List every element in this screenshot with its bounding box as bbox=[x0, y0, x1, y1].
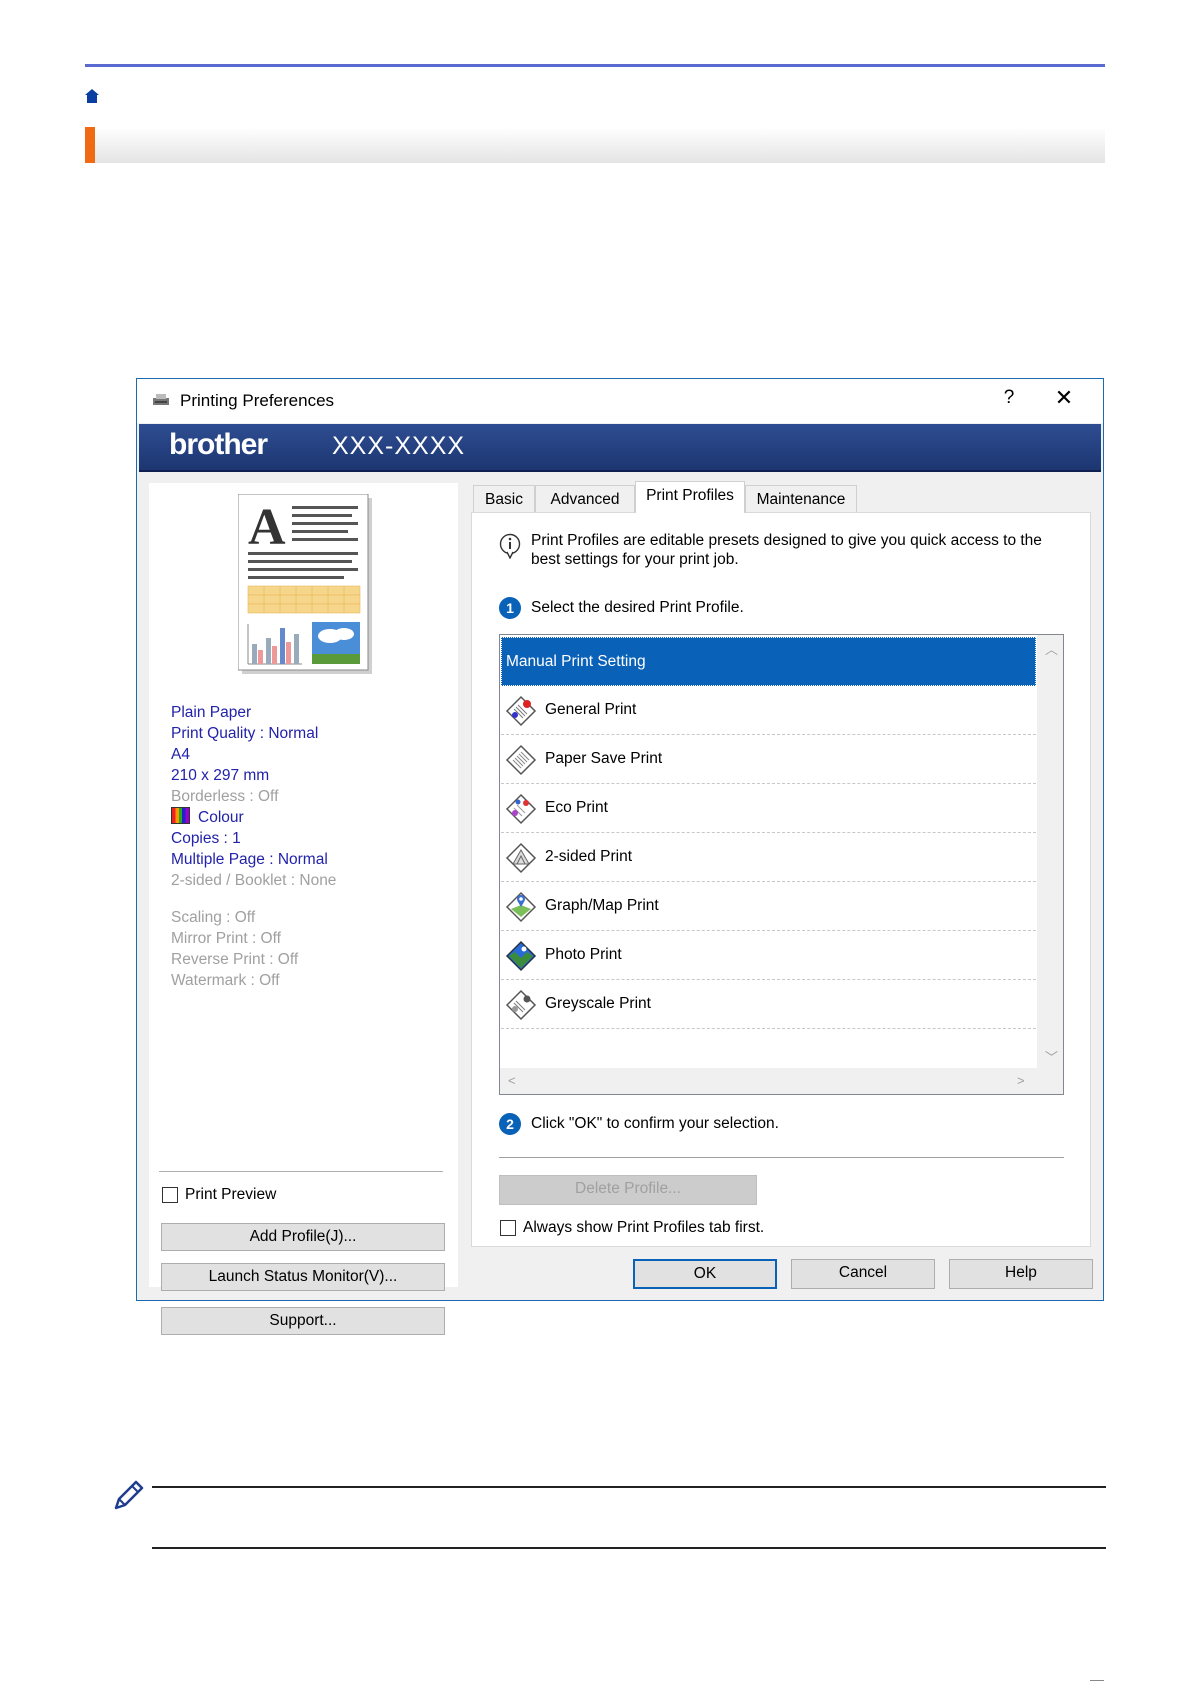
cancel-button[interactable]: Cancel bbox=[791, 1259, 935, 1289]
help-button[interactable]: Help bbox=[949, 1259, 1093, 1289]
brand-banner: brother XXX-XXXX bbox=[139, 424, 1101, 472]
list-item-greyscale-print[interactable]: Greyscale Print bbox=[501, 980, 1036, 1029]
title-bar: Printing Preferences ? ✕ bbox=[137, 379, 1103, 423]
preview-pane: A Plain Paper Print Quality: Normal A4 … bbox=[149, 483, 458, 1335]
close-button[interactable]: ✕ bbox=[1049, 385, 1079, 411]
colour-swatch-icon bbox=[171, 807, 190, 824]
header-rule bbox=[85, 64, 1105, 67]
scroll-left-icon[interactable]: < bbox=[508, 1073, 516, 1088]
list-item-label: Photo Print bbox=[545, 946, 622, 963]
tab-advanced[interactable]: Advanced bbox=[535, 485, 635, 513]
copies-value: Copies : 1 bbox=[171, 830, 241, 847]
tab-print-profiles[interactable]: Print Profiles bbox=[635, 481, 745, 513]
pencil-note-icon bbox=[114, 1480, 144, 1510]
printer-icon bbox=[153, 394, 169, 405]
watermark-value: Watermark : Off bbox=[171, 972, 280, 989]
paper-size-value: A4 bbox=[171, 746, 190, 763]
print-profiles-panel: Print Profiles are editable presets desi… bbox=[471, 512, 1091, 1247]
dialog-title: Printing Preferences bbox=[180, 391, 335, 410]
list-item-label: Manual Print Setting bbox=[506, 653, 646, 670]
profile-list[interactable]: Manual Print Setting General Print Paper… bbox=[499, 634, 1064, 1095]
paper-type-value: Plain Paper bbox=[171, 704, 252, 721]
scaling-value: Scaling : Off bbox=[171, 909, 256, 926]
note-bottom-rule bbox=[152, 1547, 1106, 1549]
mirror-print-value: Mirror Print : Off bbox=[171, 930, 281, 947]
two-sided-print-icon bbox=[505, 842, 537, 874]
delete-profile-button[interactable]: Delete Profile... bbox=[499, 1175, 757, 1205]
add-profile-button[interactable]: Add Profile(J)... bbox=[161, 1223, 445, 1251]
always-show-profiles-label: Always show Print Profiles tab first. bbox=[523, 1219, 765, 1236]
always-show-profiles-checkbox[interactable] bbox=[500, 1220, 516, 1236]
multiple-page-value: Multiple Page : Normal bbox=[171, 851, 328, 868]
list-item-manual-print-setting[interactable]: Manual Print Setting bbox=[501, 637, 1036, 686]
section-accent bbox=[85, 127, 95, 163]
scroll-right-icon[interactable]: > bbox=[1017, 1073, 1025, 1088]
scroll-down-icon[interactable]: ﹀ bbox=[1045, 1047, 1058, 1066]
borderless-value: Borderless : Off bbox=[171, 788, 279, 805]
vertical-scrollbar[interactable]: ︿ ﹀ bbox=[1037, 635, 1063, 1068]
home-icon[interactable] bbox=[84, 88, 100, 104]
list-item-photo-print[interactable]: Photo Print bbox=[501, 931, 1036, 980]
eco-print-icon bbox=[505, 793, 537, 825]
colour-mode-row: Colour bbox=[171, 807, 336, 828]
printing-preferences-dialog: Printing Preferences ? ✕ brother XXX-XXX… bbox=[136, 378, 1104, 1335]
list-item-eco-print[interactable]: Eco Print bbox=[501, 784, 1036, 833]
step-2-badge: 2 bbox=[499, 1113, 521, 1135]
page-corner-mark bbox=[1090, 1680, 1104, 1686]
tab-maintenance[interactable]: Maintenance bbox=[745, 485, 857, 513]
colour-mode-value: Colour bbox=[198, 809, 244, 826]
launch-status-monitor-button[interactable]: Launch Status Monitor(V)... bbox=[161, 1263, 445, 1291]
scrollbar-corner bbox=[1037, 1068, 1063, 1094]
list-item-label: General Print bbox=[545, 701, 637, 718]
greyscale-print-icon bbox=[505, 989, 537, 1021]
help-title-button[interactable]: ? bbox=[997, 387, 1021, 409]
panel-divider bbox=[499, 1157, 1064, 1158]
list-item-paper-save-print[interactable]: Paper Save Print bbox=[501, 735, 1036, 784]
graph-map-icon bbox=[505, 891, 537, 923]
brother-logo: brother bbox=[169, 428, 268, 461]
list-item-graph-map-print[interactable]: Graph/Map Print bbox=[501, 882, 1036, 931]
paper-save-icon bbox=[505, 744, 537, 776]
list-item-label: 2-sided Print bbox=[545, 848, 633, 865]
tab-basic[interactable]: Basic bbox=[473, 485, 535, 513]
section-title-bar bbox=[85, 127, 1105, 163]
step-1-text: Select the desired Print Profile. bbox=[531, 599, 744, 616]
svg-text:A: A bbox=[248, 499, 286, 556]
list-item-label: Paper Save Print bbox=[545, 750, 663, 767]
step-2-text: Click "OK" to confirm your selection. bbox=[531, 1115, 779, 1132]
left-pane-divider bbox=[159, 1171, 443, 1172]
list-item-2-sided-print[interactable]: 2-sided Print bbox=[501, 833, 1036, 882]
print-preview-checkbox[interactable] bbox=[162, 1187, 178, 1203]
ok-button[interactable]: OK bbox=[633, 1259, 777, 1289]
print-quality-value: Print Quality : Normal bbox=[171, 725, 319, 742]
model-name: XXX-XXXX bbox=[332, 432, 466, 460]
list-item-label: Greyscale Print bbox=[545, 995, 651, 1012]
photo-print-icon bbox=[505, 940, 537, 972]
scroll-up-icon[interactable]: ︿ bbox=[1045, 639, 1058, 658]
horizontal-scrollbar[interactable]: < > bbox=[500, 1068, 1037, 1094]
step-1-badge: 1 bbox=[499, 597, 521, 619]
support-button[interactable]: Support... bbox=[161, 1307, 445, 1335]
list-item-label: Graph/Map Print bbox=[545, 897, 659, 914]
list-item-general-print[interactable]: General Print bbox=[501, 686, 1036, 735]
paper-dimensions-value: 210 x 297 mm bbox=[171, 767, 270, 784]
note-top-rule bbox=[152, 1486, 1106, 1488]
info-icon bbox=[499, 533, 521, 559]
document-preview-image: A bbox=[238, 494, 372, 674]
settings-summary: Plain Paper Print Quality : Normal A4 21… bbox=[171, 702, 336, 991]
two-sided-booklet-value: 2-sided / Booklet : None bbox=[171, 872, 337, 889]
general-print-icon bbox=[505, 695, 537, 727]
info-description: Print Profiles are editable presets desi… bbox=[531, 532, 1042, 568]
list-item-label: Eco Print bbox=[545, 799, 608, 816]
print-preview-label: Print Preview bbox=[185, 1186, 277, 1203]
reverse-print-value: Reverse Print : Off bbox=[171, 951, 299, 968]
